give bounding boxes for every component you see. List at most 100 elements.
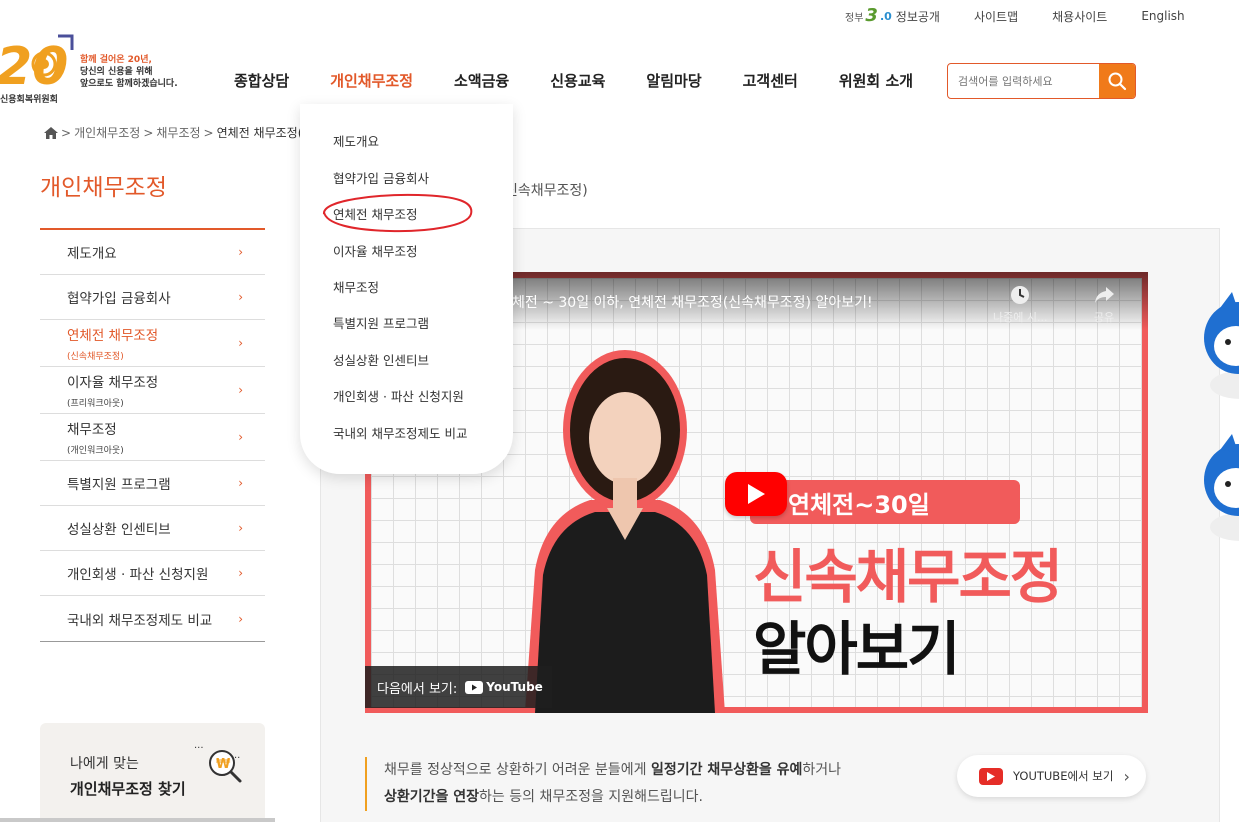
section-title: 개인채무조정	[40, 175, 167, 201]
dropdown-item-rehabilitation[interactable]: 개인회생 · 파산 신청지원	[333, 386, 464, 405]
mascot-character-icon[interactable]	[1198, 290, 1239, 400]
search-input[interactable]	[948, 64, 1099, 98]
desc-part: 채무를 정상적으로 상환하기 어려운 분들에게	[384, 762, 651, 778]
site-logo[interactable]: 20 함께 걸어온 20년, 당신의 신용을 위해 앞으로도 함께하겠습니다. …	[0, 30, 190, 105]
search-box	[947, 63, 1136, 99]
page-subtitle: 신속채무조정)	[505, 183, 588, 199]
chevron-right-icon: ›	[238, 566, 243, 580]
side-menu-item-debt-adjustment[interactable]: 채무조정 (개인워크아웃) ›	[40, 414, 265, 461]
gnb-dropdown-menu: 제도개요 협약가입 금융회사 연체전 채무조정 이자율 채무조정 채무조정 특별…	[300, 104, 513, 474]
side-menu-label: 개인회생 · 파산 신청지원	[67, 567, 209, 583]
slogan-line-2: 당신의 신용을 위해	[80, 67, 153, 77]
side-menu-label: 성실상환 인센티브	[67, 522, 171, 538]
gov30-link[interactable]: 정부 3 .0 정보공개	[845, 7, 940, 25]
slogan-line-3: 앞으로도 함께하겠습니다.	[80, 79, 178, 89]
horizontal-scrollbar[interactable]	[0, 818, 275, 822]
desc-emphasis: 일정기간 채무상환을 유예	[650, 762, 803, 778]
chevron-right-icon: ›	[238, 290, 243, 304]
anniversary-logo-icon: 20	[0, 34, 74, 94]
chevron-right-icon: ›	[238, 336, 243, 350]
youtube-icon	[979, 767, 1003, 785]
desc-part: 하거나	[802, 762, 842, 778]
side-menu-label: 연체전 채무조정	[67, 328, 159, 344]
chevron-right-icon: ›	[238, 476, 243, 490]
gnb-item-notice[interactable]: 알림마당	[646, 70, 701, 91]
share-label: 공유	[1093, 311, 1115, 324]
side-menu: 제도개요 › 협약가입 금융회사 › 연체전 채무조정 (신속채무조정) › 이…	[40, 228, 265, 642]
side-menu-label: 협약가입 금융회사	[67, 291, 171, 307]
watch-on-youtube-button[interactable]: YOUTUBE에서 보기 ›	[957, 755, 1146, 797]
video-headline-2: 알아보기	[753, 615, 960, 683]
search-icon	[1108, 72, 1127, 91]
side-menu-label: 이자율 채무조정	[67, 375, 159, 391]
desc-part: 하는 등의 채무조정을 지원해드립니다.	[479, 789, 703, 805]
description-text: 채무를 정상적으로 상환하기 어려운 분들에게 일정기간 채무상환을 유예하거나…	[365, 757, 841, 811]
gnb-item-debt-adjustment[interactable]: 개인채무조정	[330, 70, 413, 91]
debt-adjustment-finder[interactable]: 나에게 맞는 개인채무조정 찾기 ··· ₩ ··	[40, 723, 265, 822]
finder-line-1: 나에게 맞는	[70, 756, 139, 772]
utility-bar: 정부 3 .0 정보공개 사이트맵 채용사이트 English	[845, 6, 1185, 26]
side-menu-sublabel: (프리워크아웃)	[67, 399, 124, 409]
mascot-character-icon[interactable]	[1198, 432, 1239, 542]
dropdown-item-special-program[interactable]: 특별지원 프로그램	[333, 313, 429, 332]
dropdown-item-member-institutions[interactable]: 협약가입 금융회사	[333, 168, 429, 187]
side-menu-label: 채무조정	[67, 422, 117, 438]
presenter-image	[525, 350, 725, 713]
breadcrumb-item[interactable]: 개인채무조정	[74, 124, 140, 141]
side-menu-item-comparison[interactable]: 국내외 채무조정제도 비교 ›	[40, 596, 265, 641]
youtube-logo: YouTube	[465, 680, 543, 694]
chevron-right-icon: ›	[238, 245, 243, 259]
won-symbol: ₩	[216, 757, 231, 772]
english-link[interactable]: English	[1141, 9, 1184, 23]
breadcrumb-item[interactable]: 채무조정	[156, 124, 200, 141]
watch-on-youtube-bar[interactable]: 다음에서 보기: YouTube	[365, 666, 552, 708]
search-button[interactable]	[1099, 64, 1135, 98]
dropdown-item-incentive[interactable]: 성실상환 인센티브	[333, 350, 429, 369]
dropdown-item-debt-adjustment[interactable]: 채무조정	[333, 277, 379, 296]
side-menu-item-pre-delinquency[interactable]: 연체전 채무조정 (신속채무조정) ›	[40, 320, 265, 367]
youtube-button-label: YOUTUBE에서 보기	[1013, 769, 1114, 783]
side-menu-sublabel: (개인워크아웃)	[67, 446, 124, 456]
side-menu-item-rehabilitation[interactable]: 개인회생 · 파산 신청지원 ›	[40, 551, 265, 596]
main-nav: 종합상담 개인채무조정 소액금융 신용교육 알림마당 고객센터 위원회 소개	[234, 70, 954, 91]
side-menu-item-incentive[interactable]: 성실상환 인센티브 ›	[40, 506, 265, 551]
youtube-logo-icon	[465, 680, 484, 694]
chevron-right-icon: ›	[238, 611, 243, 626]
youtube-play-icon[interactable]	[725, 472, 787, 516]
svg-text:··: ··	[234, 753, 240, 764]
dropdown-item-interest-rate[interactable]: 이자율 채무조정	[333, 241, 417, 260]
dropdown-item-comparison[interactable]: 국내외 채무조정제도 비교	[333, 423, 467, 442]
sitemap-link[interactable]: 사이트맵	[974, 8, 1018, 25]
magnifier-coin-icon: ··· ₩ ··	[194, 743, 242, 783]
dropdown-item-overview[interactable]: 제도개요	[333, 131, 379, 150]
clock-icon	[1011, 286, 1030, 304]
watch-later-button[interactable]: 나중에 시...	[993, 284, 1047, 325]
gnb-item-customer-center[interactable]: 고객센터	[743, 70, 798, 91]
gov30-logo-dot: .0	[879, 9, 892, 23]
gov30-logo-number: 3	[865, 5, 878, 26]
chevron-right-icon: ›	[238, 521, 243, 535]
video-title[interactable]: 체전 ~ 30일 이하, 연체전 채무조정(신속채무조정) 알아보기!	[512, 292, 873, 312]
side-menu-item-overview[interactable]: 제도개요 ›	[40, 230, 265, 275]
recruit-link[interactable]: 채용사이트	[1052, 8, 1107, 25]
finder-line-2: 개인채무조정 찾기	[70, 780, 186, 798]
gnb-item-microfinance[interactable]: 소액금융	[454, 70, 509, 91]
chevron-right-icon: ›	[238, 430, 243, 444]
side-menu-item-special-program[interactable]: 특별지원 프로그램 ›	[40, 461, 265, 506]
gnb-item-about[interactable]: 위원회 소개	[839, 70, 913, 91]
watch-on-label: 다음에서 보기:	[377, 681, 458, 697]
video-tag-banner: 연체전~30일	[750, 480, 1020, 524]
slogan-line-1: 함께 걸어온 20년,	[80, 55, 152, 65]
side-menu-item-interest-rate[interactable]: 이자율 채무조정 (프리워크아웃) ›	[40, 367, 265, 414]
chevron-right-icon: ›	[1123, 766, 1130, 786]
highlight-annotation-circle	[323, 193, 473, 233]
gnb-item-consult[interactable]: 종합상담	[234, 70, 289, 91]
gnb-item-credit-education[interactable]: 신용교육	[550, 70, 605, 91]
share-button[interactable]: 공유	[1093, 284, 1115, 325]
home-icon[interactable]	[44, 126, 58, 139]
side-menu-label: 특별지원 프로그램	[67, 477, 171, 493]
gov30-label: 정보공개	[895, 9, 940, 24]
side-menu-item-member-institutions[interactable]: 협약가입 금융회사 ›	[40, 275, 265, 320]
logo-org-name: 신용회복위원회	[0, 95, 58, 105]
desc-emphasis: 상환기간을 연장	[384, 789, 480, 805]
